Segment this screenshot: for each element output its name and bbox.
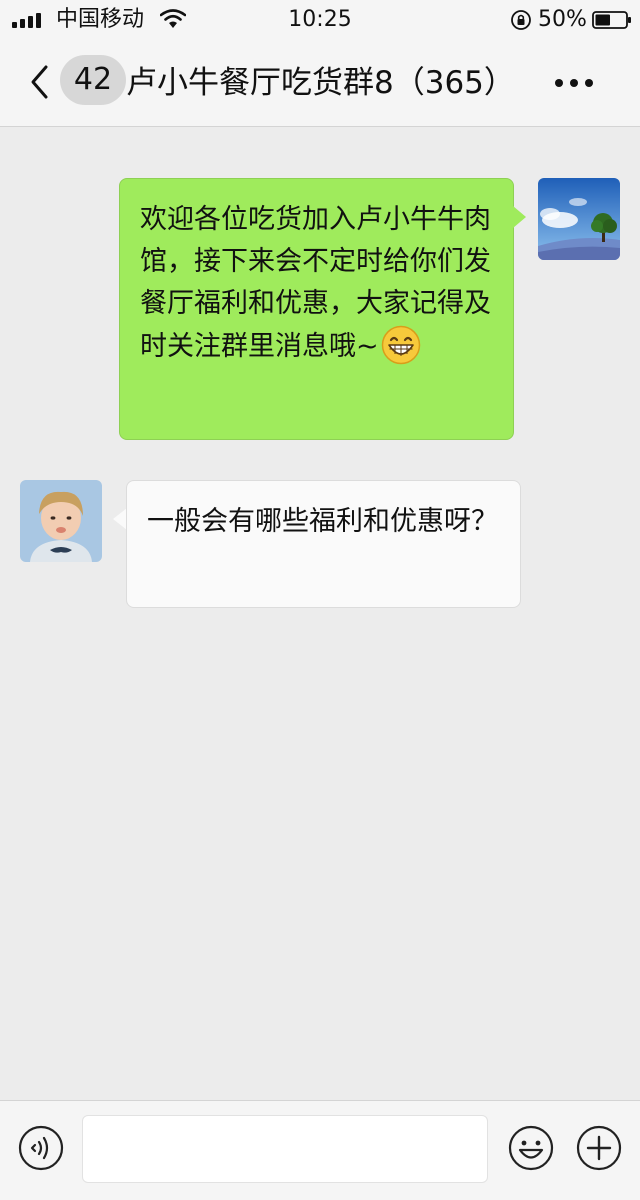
child-avatar-image (20, 480, 102, 562)
orientation-lock-icon (511, 10, 531, 30)
voice-icon[interactable] (18, 1125, 64, 1171)
battery-icon (592, 11, 631, 29)
message-bubble-other[interactable]: 一般会有哪些福利和优惠呀？ (126, 480, 521, 608)
avatar-self[interactable] (538, 178, 620, 260)
input-bar (0, 1100, 640, 1200)
message-text: 欢迎各位吃货加入卢小牛牛肉馆，接下来会不定时给你们发餐厅福利和优惠，大家记得及时… (140, 204, 491, 362)
message-text: 一般会有哪些福利和优惠呀？ (147, 506, 498, 537)
chevron-left-icon[interactable] (28, 64, 52, 100)
battery-percent: 50% (538, 7, 587, 32)
plus-circle-icon[interactable] (576, 1125, 622, 1171)
status-bar: 中国移动 10:25 50% (0, 0, 640, 40)
message-input[interactable] (82, 1115, 488, 1183)
more-dots-icon[interactable] (554, 78, 594, 88)
avatar-other[interactable] (20, 480, 102, 562)
chat-title: 卢小牛餐厅吃货群8（365） (126, 65, 515, 101)
chat-title-area: 卢小牛餐厅吃货群8（365） (126, 60, 526, 106)
bubble-tail-self (513, 206, 526, 228)
landscape-avatar-image (538, 178, 620, 260)
emoji-icon[interactable] (508, 1125, 554, 1171)
message-bubble-self[interactable]: 欢迎各位吃货加入卢小牛牛肉馆，接下来会不定时给你们发餐厅福利和优惠，大家记得及时… (119, 178, 514, 440)
grinning-face-icon (381, 325, 420, 365)
bubble-tail-other (113, 508, 127, 530)
unread-count-badge[interactable]: 42 (60, 55, 126, 105)
chat-header: 卢小牛餐厅吃货群8（365） 42 (0, 40, 640, 127)
